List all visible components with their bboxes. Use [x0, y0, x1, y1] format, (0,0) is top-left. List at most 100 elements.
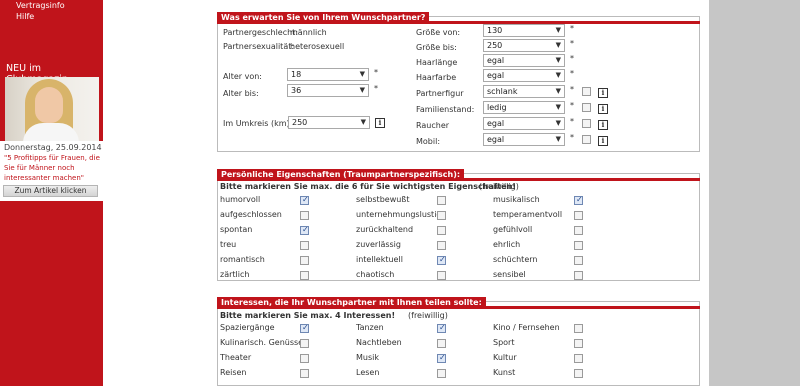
age-to-label: Alter bis:	[223, 89, 259, 98]
traits-option-checkbox[interactable]	[437, 226, 446, 235]
traits-option-label: musikalisch	[493, 195, 540, 204]
traits-option-checkbox[interactable]: ✓	[574, 195, 583, 205]
traits-option-checkbox[interactable]	[574, 241, 583, 250]
partner-orientation-label: Partnersexualität:	[223, 42, 295, 51]
mobile-select[interactable]: egal ▼	[483, 133, 565, 146]
magazine-teaser-box: Donnerstag, 25.09.2014 "5 Profitipps für…	[0, 141, 103, 201]
status-select[interactable]: ledig ▼	[483, 101, 565, 114]
magazine-date: Donnerstag, 25.09.2014	[4, 143, 102, 152]
checkmark-icon: ✓	[302, 195, 309, 204]
traits-option-checkbox[interactable]: ✓	[300, 195, 309, 205]
mobile-value: egal	[487, 135, 505, 144]
checkmark-icon: ✓	[302, 323, 309, 332]
smoker-checkbox[interactable]	[582, 119, 591, 128]
read-article-button[interactable]: Zum Artikel klicken	[3, 185, 98, 197]
traits-option-checkbox[interactable]	[437, 211, 446, 220]
chevron-down-icon: ▼	[555, 41, 561, 49]
traits-option-checkbox[interactable]	[300, 256, 309, 265]
chevron-down-icon: ▼	[555, 119, 561, 127]
info-icon[interactable]: i	[598, 120, 608, 130]
interests-option-checkbox[interactable]	[300, 369, 309, 378]
size-to-value: 250	[487, 41, 503, 50]
interests-instruction: Bitte markieren Sie max. 4 Interessen!	[220, 311, 396, 320]
traits-section-title: Persönliche Eigenschaften (Traumpartners…	[217, 169, 465, 181]
info-icon[interactable]: i	[598, 104, 608, 114]
interests-option-checkbox[interactable]: ✓	[300, 323, 309, 333]
required-mark: *	[570, 69, 574, 78]
traits-option-checkbox[interactable]	[574, 256, 583, 265]
mobile-checkbox[interactable]	[582, 135, 591, 144]
size-from-label: Größe von:	[416, 28, 461, 37]
info-icon[interactable]: i	[375, 118, 385, 128]
radius-select[interactable]: 250 ▼	[288, 116, 370, 129]
age-to-select[interactable]: 36 ▼	[287, 84, 369, 97]
interests-option-checkbox[interactable]	[574, 369, 583, 378]
interests-option-checkbox[interactable]: ✓	[437, 323, 446, 333]
interests-option-label: Lesen	[356, 368, 380, 377]
interests-option-checkbox[interactable]	[437, 339, 446, 348]
traits-option-checkbox[interactable]	[574, 226, 583, 235]
interests-option-checkbox[interactable]	[300, 354, 309, 363]
hair-length-select[interactable]: egal ▼	[483, 54, 565, 67]
interests-option-checkbox[interactable]	[300, 339, 309, 348]
interests-option-label: Kino / Fernsehen	[493, 323, 560, 332]
sidebar-link-vertragsinfo[interactable]: Vertragsinfo	[16, 1, 65, 10]
interests-option-checkbox[interactable]	[574, 354, 583, 363]
interests-option-checkbox[interactable]: ✓	[437, 353, 446, 363]
info-icon[interactable]: i	[598, 136, 608, 146]
size-to-label: Größe bis:	[416, 43, 457, 52]
traits-option-label: gefühlvoll	[493, 225, 533, 234]
interests-section-title: Interessen, die Ihr Wunschpartner mit Ih…	[217, 297, 486, 309]
traits-option-checkbox[interactable]: ✓	[437, 255, 446, 265]
magazine-teaser-link[interactable]: "5 Profitipps für Frauen, die Sie für Mä…	[4, 153, 100, 183]
size-to-select[interactable]: 250 ▼	[483, 39, 565, 52]
age-from-select[interactable]: 18 ▼	[287, 68, 369, 81]
required-mark: *	[374, 84, 378, 93]
figure-checkbox[interactable]	[582, 87, 591, 96]
required-mark: *	[570, 85, 574, 94]
magazine-photo[interactable]	[5, 77, 99, 141]
traits-option-checkbox[interactable]	[437, 241, 446, 250]
figure-select[interactable]: schlank ▼	[483, 85, 565, 98]
traits-option-checkbox[interactable]	[437, 196, 446, 205]
interests-optional: (freiwillig)	[408, 311, 448, 320]
traits-option-checkbox[interactable]	[300, 241, 309, 250]
interests-option-checkbox[interactable]	[574, 339, 583, 348]
traits-option-label: treu	[220, 240, 237, 249]
traits-option-checkbox[interactable]	[300, 211, 309, 220]
traits-option-label: temperamentvoll	[493, 210, 563, 219]
traits-option-checkbox[interactable]	[574, 211, 583, 220]
traits-option-label: aufgeschlossen	[220, 210, 282, 219]
status-checkbox[interactable]	[582, 103, 591, 112]
interests-option-label: Sport	[493, 338, 515, 347]
interests-option-label: Reisen	[220, 368, 247, 377]
hair-color-select[interactable]: egal ▼	[483, 69, 565, 82]
size-from-select[interactable]: 130 ▼	[483, 24, 565, 37]
interests-option-label: Tanzen	[356, 323, 384, 332]
interests-option-checkbox[interactable]	[437, 369, 446, 378]
required-mark: *	[570, 133, 574, 142]
status-value: ledig	[487, 103, 507, 112]
interests-option-label: Theater	[220, 353, 252, 362]
traits-option-checkbox[interactable]	[300, 271, 309, 280]
info-icon[interactable]: i	[598, 88, 608, 98]
smoker-select[interactable]: egal ▼	[483, 117, 565, 130]
interests-option-checkbox[interactable]	[574, 324, 583, 333]
traits-option-checkbox[interactable]: ✓	[300, 225, 309, 235]
status-label: Familienstand:	[416, 105, 475, 114]
traits-option-checkbox[interactable]	[437, 271, 446, 280]
partner-gender-value: männlich	[290, 28, 327, 37]
traits-option-label: sensibel	[493, 270, 526, 279]
age-to-value: 36	[291, 86, 302, 95]
wish-section-title: Was erwarten Sie von Ihrem Wunschpartner…	[217, 12, 430, 24]
traits-option-label: humorvoll	[220, 195, 261, 204]
traits-option-label: schüchtern	[493, 255, 538, 264]
chevron-down-icon: ▼	[555, 135, 561, 143]
sidebar-link-hilfe[interactable]: Hilfe	[16, 12, 34, 21]
required-mark: *	[570, 101, 574, 110]
traits-option-checkbox[interactable]	[574, 271, 583, 280]
traits-option-label: spontan	[220, 225, 253, 234]
required-mark: *	[570, 54, 574, 63]
age-from-label: Alter von:	[223, 72, 262, 81]
figure-label: Partnerfigur	[416, 89, 464, 98]
